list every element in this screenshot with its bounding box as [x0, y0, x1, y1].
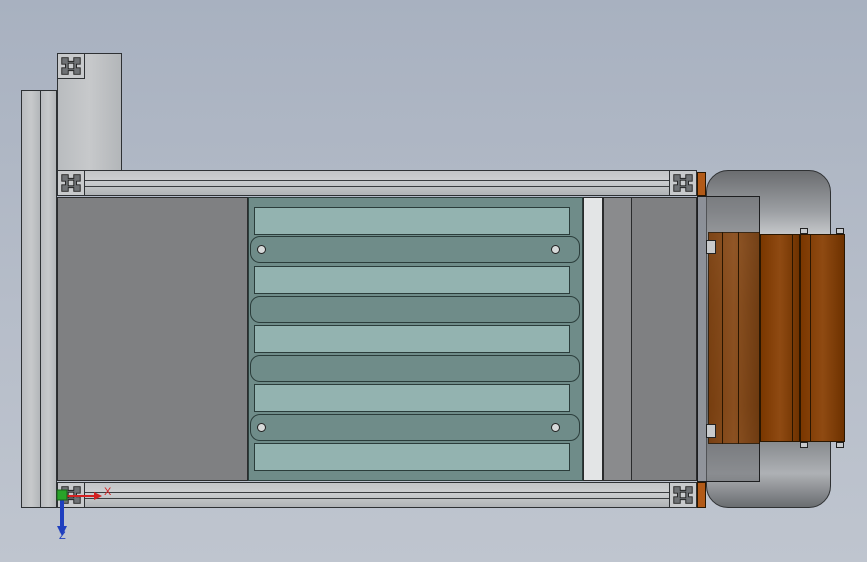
- tray-slot: [250, 414, 580, 441]
- glass-panel: [254, 325, 570, 353]
- coil-clip: [836, 442, 844, 448]
- coil-divider: [810, 234, 811, 442]
- orange-edge: [697, 482, 706, 508]
- profile-corner-icon: [57, 170, 85, 196]
- orange-edge: [697, 172, 706, 196]
- tray-slot: [250, 355, 580, 382]
- light-strip: [583, 197, 603, 481]
- screw-icon: [551, 423, 560, 432]
- coil-clip: [800, 228, 808, 234]
- bottom-rail-line: [84, 498, 670, 499]
- top-rail: [57, 170, 697, 196]
- top-rail-line: [84, 186, 670, 187]
- screw-icon: [257, 245, 266, 254]
- top-rail-line: [84, 180, 670, 181]
- x-axis-label: X: [104, 486, 112, 498]
- tray-slot: [250, 296, 580, 323]
- bottom-rail-line: [84, 492, 670, 493]
- z-axis-label: Z: [59, 530, 66, 542]
- bottom-rail: [57, 482, 697, 508]
- right-cover-plate: [631, 197, 697, 481]
- left-outer-profile: [21, 90, 41, 508]
- coil-divider: [792, 234, 793, 442]
- profile-corner-icon: [669, 482, 697, 508]
- copper-coil: [760, 234, 800, 442]
- screw-icon: [551, 245, 560, 254]
- coil-clip: [800, 442, 808, 448]
- copper-coil: [800, 234, 845, 442]
- coil-clip: [836, 228, 844, 234]
- glass-panel: [254, 266, 570, 294]
- tray-slot: [250, 236, 580, 263]
- copper-coil: [708, 232, 760, 444]
- coil-clip: [706, 240, 716, 254]
- profile-corner-icon: [669, 170, 697, 196]
- left-inner-profile: [40, 90, 57, 508]
- coil-clip: [706, 424, 716, 438]
- cad-viewport[interactable]: { "viewport": { "background_top": "#a8b1…: [0, 0, 867, 562]
- gray-strip: [603, 197, 632, 481]
- glass-panel: [254, 384, 570, 412]
- glass-panel: [254, 443, 570, 471]
- left-cover-panel: [57, 197, 248, 481]
- coil-divider: [738, 232, 739, 444]
- screw-icon: [257, 423, 266, 432]
- glass-panel: [254, 207, 570, 235]
- coil-divider: [722, 232, 723, 444]
- profile-corner-icon: [57, 53, 85, 79]
